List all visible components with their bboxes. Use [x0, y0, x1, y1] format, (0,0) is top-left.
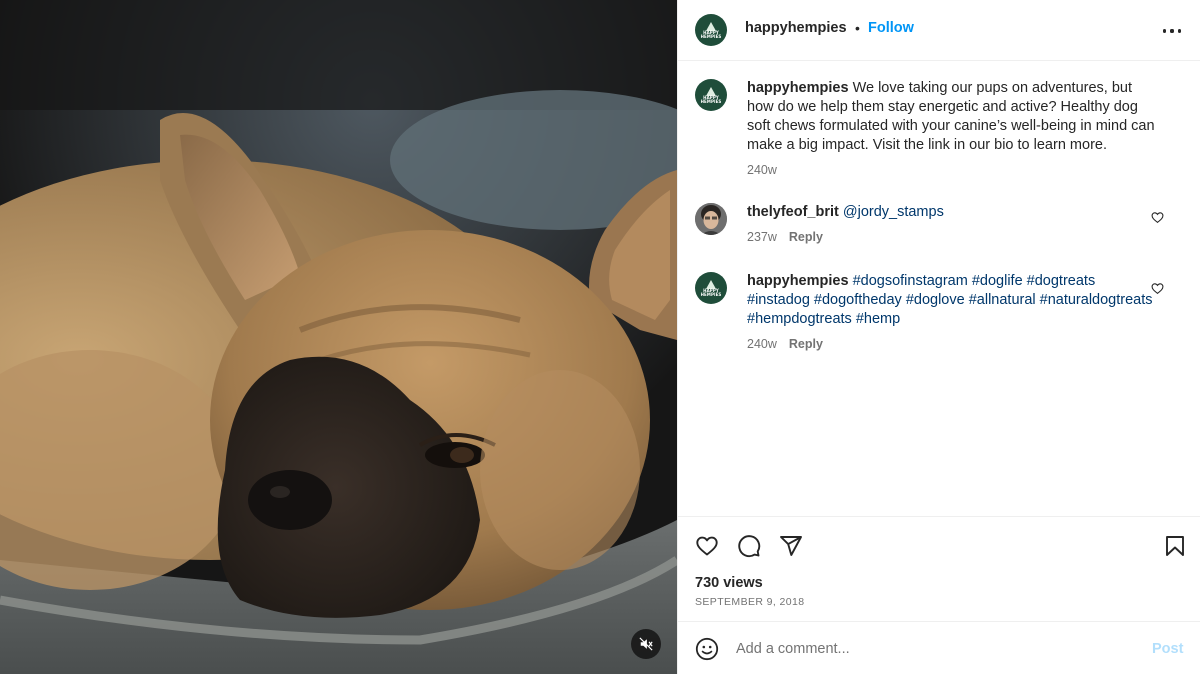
comment-meta: 240w Reply: [747, 337, 823, 351]
brand-logo-text: HAPPY HEMPIES: [700, 95, 722, 105]
bookmark-icon[interactable]: [1163, 534, 1187, 558]
heart-icon[interactable]: [695, 534, 719, 558]
post-media[interactable]: [0, 0, 677, 674]
brand-logo-text: HAPPY HEMPIES: [700, 288, 722, 298]
comment-input[interactable]: [736, 636, 1136, 662]
post-comment-button[interactable]: Post: [1152, 641, 1183, 657]
share-icon[interactable]: [779, 534, 803, 558]
brand-line-2: HEMPIES: [700, 34, 722, 39]
post-actions: 730 views SEPTEMBER 9, 2018: [678, 516, 1200, 621]
header-username[interactable]: happyhempies: [745, 20, 847, 36]
avatar[interactable]: HAPPY HEMPIES: [695, 79, 727, 111]
post-side-panel: HAPPY HEMPIES happyhempies • Follow HAPP…: [677, 0, 1200, 674]
post-date[interactable]: SEPTEMBER 9, 2018: [695, 596, 805, 608]
mute-button[interactable]: [631, 629, 661, 659]
comment-username[interactable]: thelyfeof_brit: [747, 204, 839, 220]
comment-username[interactable]: happyhempies: [747, 273, 849, 289]
reply-button[interactable]: Reply: [789, 337, 823, 351]
avatar[interactable]: HAPPY HEMPIES: [695, 14, 727, 46]
comment-meta: 237w Reply: [747, 230, 823, 244]
user-photo: [695, 203, 727, 235]
brand-line-2: HEMPIES: [700, 292, 722, 297]
dot: [1177, 29, 1181, 33]
comment-time[interactable]: 237w: [747, 230, 777, 244]
comment-text: happyhempies #dogsofinstagram #doglife #…: [747, 272, 1157, 329]
avatar[interactable]: [695, 203, 727, 235]
instagram-post: HAPPY HEMPIES happyhempies • Follow HAPP…: [0, 0, 1200, 674]
caption-username[interactable]: happyhempies: [747, 80, 849, 96]
brand-logo-text: HAPPY HEMPIES: [700, 30, 722, 40]
dot: [1163, 29, 1167, 33]
comments-list[interactable]: HAPPY HEMPIES happyhempies We love takin…: [678, 62, 1200, 516]
comment-mention[interactable]: @jordy_stamps: [843, 204, 944, 220]
views-count[interactable]: 730 views: [695, 575, 763, 591]
emoji-icon[interactable]: [695, 637, 719, 661]
reply-button[interactable]: Reply: [789, 230, 823, 244]
follow-button[interactable]: Follow: [868, 20, 914, 36]
header-separator: •: [855, 20, 860, 36]
comment-text: thelyfeof_brit @jordy_stamps: [747, 203, 1157, 222]
avatar[interactable]: HAPPY HEMPIES: [695, 272, 727, 304]
like-comment-heart-icon[interactable]: [1151, 282, 1164, 295]
speaker-muted-icon: [639, 637, 653, 651]
caption-time[interactable]: 240w: [747, 163, 777, 177]
like-comment-heart-icon[interactable]: [1151, 211, 1164, 224]
comment-time[interactable]: 240w: [747, 337, 777, 351]
comment-icon[interactable]: [737, 534, 761, 558]
add-comment-bar: Post: [678, 621, 1200, 674]
caption-text: happyhempies We love taking our pups on …: [747, 79, 1157, 155]
brand-line-2: HEMPIES: [700, 99, 722, 104]
post-header: HAPPY HEMPIES happyhempies • Follow: [678, 0, 1200, 61]
caption-meta: 240w: [747, 163, 777, 177]
dog-photo: [0, 0, 677, 674]
dot: [1170, 29, 1174, 33]
more-options-icon[interactable]: [1163, 22, 1181, 40]
